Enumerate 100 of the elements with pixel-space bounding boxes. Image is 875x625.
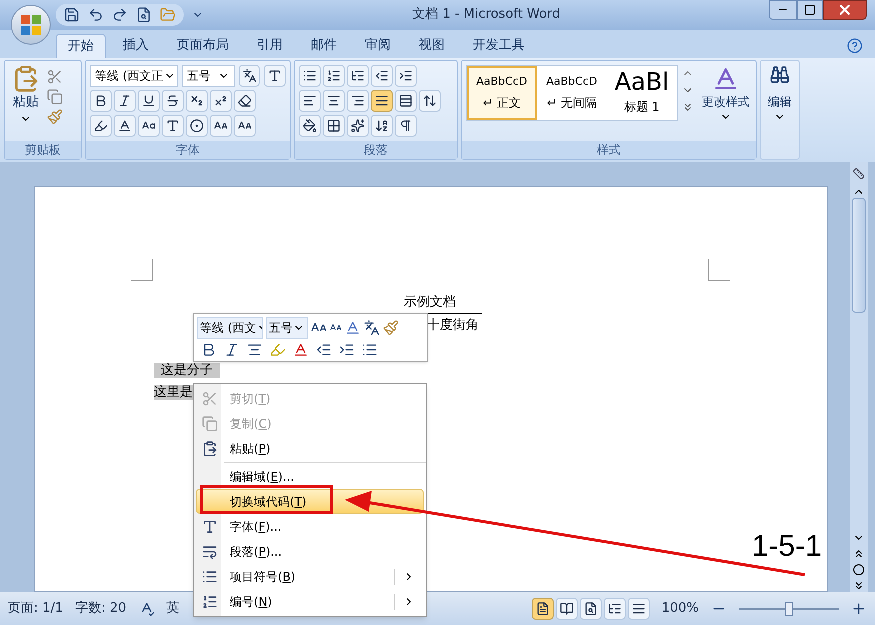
superscript-button[interactable] — [210, 90, 232, 112]
font-color-button[interactable] — [114, 115, 136, 137]
denominator-text: 这里是 — [154, 384, 193, 400]
letter-icon[interactable] — [345, 320, 361, 336]
subscript-button[interactable] — [186, 90, 208, 112]
pilcrow-icon — [399, 119, 413, 133]
scroll-thumb[interactable] — [852, 198, 866, 313]
maximize-button[interactable] — [797, 0, 823, 20]
eraser-icon — [238, 94, 252, 108]
previous-page-icon[interactable] — [853, 548, 865, 560]
undo-icon[interactable] — [88, 7, 104, 23]
menu-item[interactable]: 编辑域(E)... — [196, 464, 424, 489]
font-name-field[interactable]: 等线 (西文正 — [90, 65, 178, 87]
font-name-field[interactable]: 等线 (西文 — [197, 317, 263, 339]
ribbon-tab[interactable]: 页面布局 — [166, 34, 240, 58]
vertical-scrollbar[interactable] — [850, 162, 868, 592]
page-count-text[interactable]: 页面: 1/1 — [8, 598, 64, 618]
editing-button[interactable]: 编辑 — [765, 65, 795, 123]
ribbon-tab[interactable]: 插入 — [112, 34, 160, 58]
align-button[interactable] — [323, 90, 345, 112]
grow-font-button[interactable] — [210, 115, 232, 137]
indent-icon[interactable] — [339, 342, 355, 358]
redo-icon[interactable] — [112, 7, 128, 23]
outdent-icon[interactable] — [316, 342, 332, 358]
align-button[interactable] — [371, 90, 393, 112]
ribbon-tab[interactable]: 视图 — [408, 34, 456, 58]
font-color-icon[interactable] — [293, 342, 309, 358]
lines-icon — [632, 602, 646, 616]
window-title: 文档 1 - Microsoft Word — [412, 6, 561, 24]
ribbon-tab[interactable]: 开始 — [56, 34, 106, 58]
menu-item[interactable]: 编号(N) — [196, 589, 424, 614]
increase-indent-button[interactable] — [395, 65, 417, 87]
ribbon-tab[interactable]: 开发工具 — [462, 34, 536, 58]
bullets-button[interactable] — [299, 65, 321, 87]
show-marks-button[interactable] — [395, 115, 417, 137]
phonetic-guide-button[interactable] — [238, 65, 260, 87]
shrink-font-button[interactable] — [234, 115, 256, 137]
clear-formatting-button[interactable] — [234, 90, 256, 112]
style-item[interactable]: AaBbCcD ↵ 正文 — [467, 66, 537, 120]
multilevel-list-button[interactable] — [347, 65, 369, 87]
change-case-button[interactable] — [138, 115, 160, 137]
decrease-indent-button[interactable] — [371, 65, 393, 87]
style-item[interactable]: AaBl 标题 1 — [607, 66, 677, 120]
menu-item[interactable]: 段落(P)... — [196, 539, 424, 564]
borders-button[interactable] — [323, 115, 345, 137]
ribbon-tab[interactable]: 审阅 — [354, 34, 402, 58]
print-layout-button[interactable] — [532, 598, 554, 620]
maximize-icon — [804, 4, 816, 16]
ribbon-tab[interactable]: 邮件 — [300, 34, 348, 58]
sort-button[interactable] — [371, 115, 393, 137]
ruler-icon[interactable] — [853, 168, 865, 180]
office-logo — [20, 14, 42, 36]
reading-layout-button[interactable] — [556, 598, 578, 620]
shading-button[interactable] — [299, 115, 321, 137]
paintbrush-icon[interactable] — [47, 109, 63, 125]
align-button[interactable] — [395, 90, 417, 112]
corner-mark — [131, 259, 153, 281]
line-spacing-button[interactable] — [419, 90, 441, 112]
enclose-character-button[interactable] — [186, 115, 208, 137]
underline-button[interactable] — [138, 90, 160, 112]
close-button[interactable] — [823, 0, 867, 20]
strikethrough-icon — [166, 94, 180, 108]
align-button[interactable] — [347, 90, 369, 112]
copy-icon[interactable] — [47, 89, 63, 105]
ribbon-tab[interactable]: 引用 — [246, 34, 294, 58]
character-border-button[interactable] — [264, 65, 286, 87]
outline-button[interactable] — [604, 598, 626, 620]
bold-button[interactable] — [90, 90, 112, 112]
font-size-field[interactable]: 五号 — [182, 65, 235, 87]
font-size-field[interactable]: 五号 — [266, 317, 308, 339]
bullet-list-icon[interactable] — [362, 342, 378, 358]
italic-button[interactable] — [114, 90, 136, 112]
draft-button[interactable] — [628, 598, 650, 620]
print-preview-icon[interactable] — [136, 7, 152, 23]
save-icon[interactable] — [64, 7, 80, 23]
menu-item[interactable]: 项目符号(B) — [196, 564, 424, 589]
language-text[interactable]: 英 — [166, 598, 180, 618]
phonetic-icon[interactable] — [364, 320, 380, 336]
menu-item[interactable]: 粘贴(P) — [196, 436, 424, 461]
strikethrough-button[interactable] — [162, 90, 184, 112]
word-count-text[interactable]: 字数: 20 — [75, 598, 126, 618]
change-styles-button[interactable]: 更改样式 — [698, 65, 754, 123]
chinese-layout-button[interactable] — [347, 115, 369, 137]
numbering-button[interactable] — [323, 65, 345, 87]
zoom-level-text[interactable]: 100% — [662, 598, 699, 618]
zoom-slider-thumb[interactable] — [785, 602, 793, 616]
style-item[interactable]: AaBbCcD ↵ 无间隔 — [537, 66, 607, 120]
italic-icon[interactable] — [224, 342, 240, 358]
scissors-icon[interactable] — [47, 69, 63, 85]
web-layout-button[interactable] — [580, 598, 602, 620]
paste-button[interactable]: 粘贴 — [9, 65, 43, 125]
character-shading-button[interactable] — [162, 115, 184, 137]
menu-item[interactable]: 字体(F)... — [196, 514, 424, 539]
align-icon — [303, 94, 317, 108]
highlight-button[interactable] — [90, 115, 112, 137]
next-page-icon[interactable] — [853, 580, 865, 592]
center-align-icon[interactable] — [247, 342, 263, 358]
browse-object-icon[interactable] — [853, 564, 865, 576]
align-button[interactable] — [299, 90, 321, 112]
help-icon[interactable] — [847, 38, 863, 54]
